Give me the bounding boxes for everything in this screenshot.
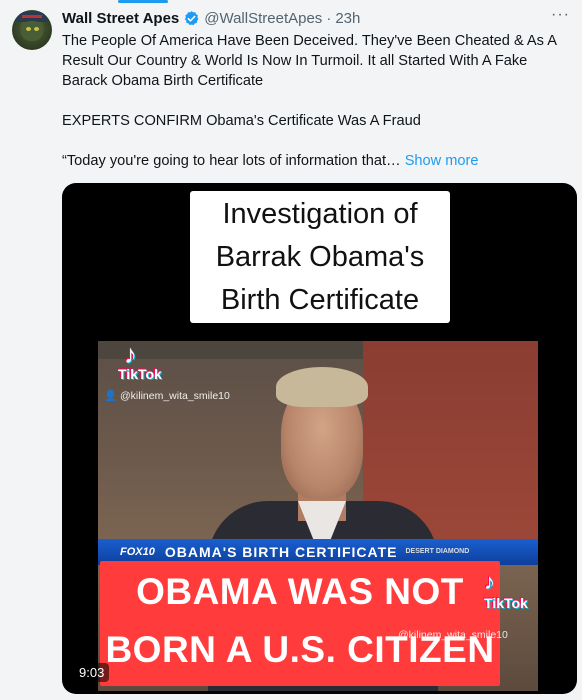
speaker-hair: [276, 367, 368, 407]
video-player[interactable]: Investigation of Barrak Obama's Birth Ce…: [62, 183, 577, 694]
author-handle[interactable]: @WallStreetApes: [204, 10, 322, 27]
tiktok-note-icon: ♪: [124, 341, 137, 369]
caption-line-1: Investigation of: [222, 198, 418, 230]
show-more-link[interactable]: Show more: [405, 153, 479, 169]
tiktok-logo: ♪ TikTok: [118, 341, 162, 381]
tweet-paragraph-3: “Today you're going to hear lots of info…: [62, 151, 576, 171]
news-logo: FOX10: [120, 546, 155, 558]
video-caption-box: Investigation of Barrak Obama's Birth Ce…: [190, 191, 450, 323]
avatar-eye-left: [26, 27, 31, 31]
tiktok-label-2: TikTok: [484, 595, 528, 611]
timestamp[interactable]: 23h: [335, 10, 360, 27]
avatar-face: [21, 21, 43, 41]
caption-line-3: Birth Certificate: [220, 284, 420, 316]
tweet-text: The People Of America Have Been Deceived…: [62, 31, 576, 171]
tiktok-logo-watermark: ♪ TikTok: [484, 569, 528, 611]
separator-dot: ·: [326, 9, 332, 27]
tweet-paragraph-1: The People Of America Have Been Deceived…: [62, 33, 557, 89]
more-options-icon[interactable]: ···: [551, 6, 570, 24]
verified-badge-icon: [185, 10, 199, 25]
tiktok-username-watermark: @kilinem_wita_smile10: [398, 629, 508, 641]
banner-line-1: OBAMA WAS NOT: [136, 571, 464, 612]
avatar[interactable]: [12, 10, 52, 50]
tweet-paragraph-2: EXPERTS CONFIRM Obama's Certificate Was …: [62, 113, 421, 129]
tweet-header: Wall Street Apes @WallStreetApes · 23h ·…: [62, 6, 570, 28]
avatar-eye-right: [34, 27, 39, 31]
tiktok-username-text: @kilinem_wita_smile10: [120, 390, 230, 402]
video-duration: 9:03: [74, 663, 110, 682]
caption-line-2: Barrak Obama's: [215, 241, 425, 273]
tweet-card[interactable]: Wall Street Apes @WallStreetApes · 23h ·…: [0, 0, 582, 700]
headline-banner: OBAMA WAS NOT BORN A U.S. CITIZEN: [100, 561, 500, 686]
tiktok-username: 👤 @kilinem_wita_smile10: [104, 390, 230, 402]
tiktok-label: TikTok: [118, 366, 162, 382]
author-name[interactable]: Wall Street Apes: [62, 10, 179, 27]
tweet-paragraph-3-text: “Today you're going to hear lots of info…: [62, 153, 401, 169]
tiktok-note-icon-2: ♪: [484, 569, 495, 594]
news-headline: OBAMA'S BIRTH CERTIFICATE: [164, 544, 398, 560]
news-sponsor: DESERT DIAMOND: [405, 548, 470, 555]
